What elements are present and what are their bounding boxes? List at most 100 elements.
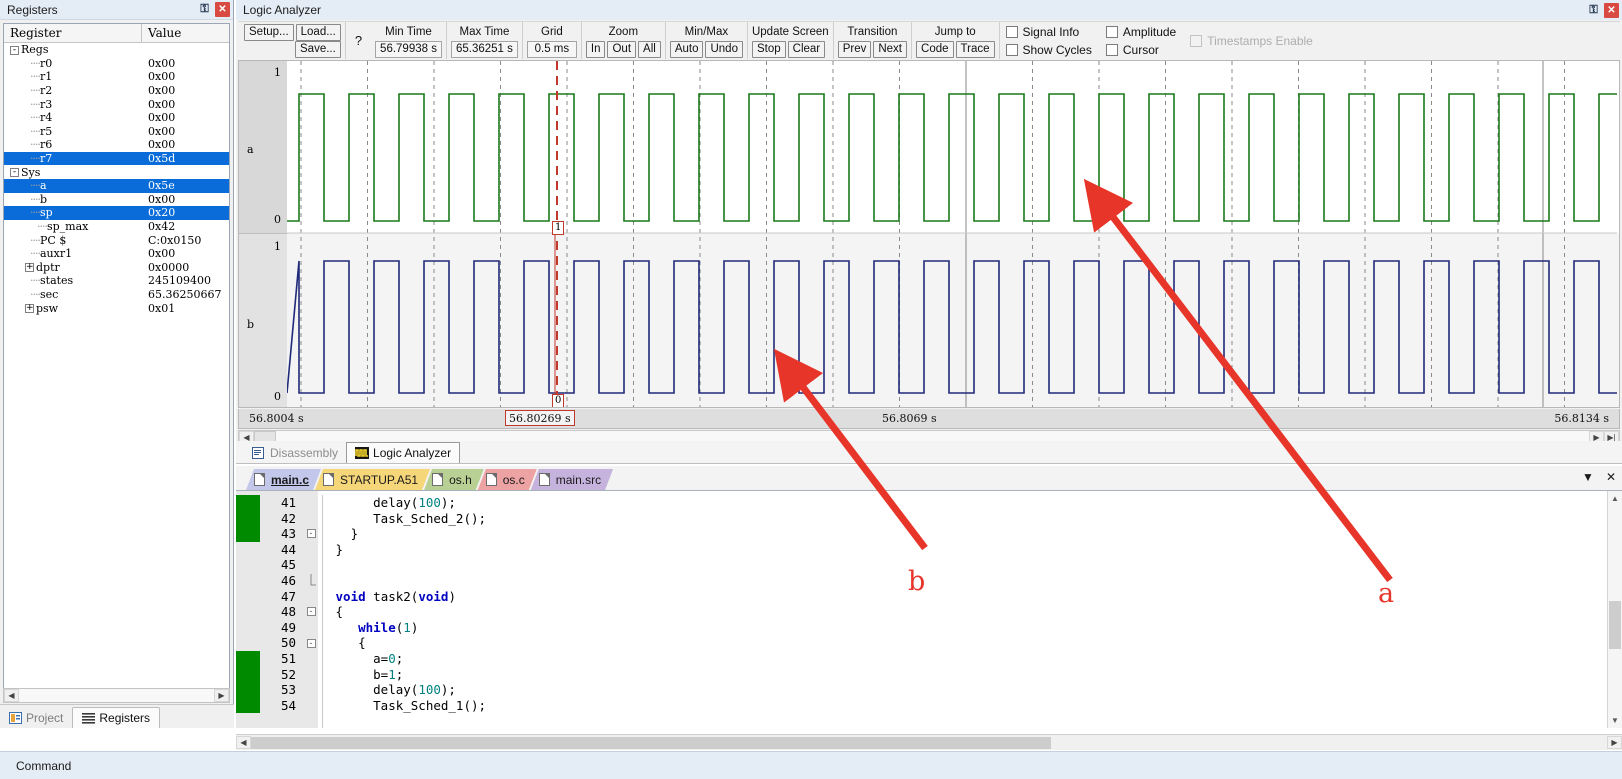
register-row[interactable]: ····b 0x00 <box>4 193 229 207</box>
column-header-value[interactable]: Value <box>142 24 229 43</box>
gutter-signal-b[interactable]: 1 b 0 <box>239 233 287 407</box>
close-icon[interactable]: ✕ <box>1604 2 1619 18</box>
setup-button[interactable]: Setup... <box>244 23 294 41</box>
grid-field[interactable]: 0.5 ms <box>526 40 577 58</box>
panel-tab-project[interactable]: Project <box>0 707 72 728</box>
register-row[interactable]: ····sec 65.36250667 <box>4 288 229 302</box>
checkbox-signal-info[interactable]: Signal Info <box>1005 24 1092 40</box>
pin-icon[interactable]: ⚿ <box>197 2 212 17</box>
code-line[interactable]: { <box>328 604 1622 620</box>
register-row[interactable]: + dptr 0x0000 <box>4 261 229 275</box>
scroll-up-icon[interactable]: ▲ <box>1608 491 1622 506</box>
min-time-field[interactable]: 56.79938 s <box>375 40 442 58</box>
time-axis[interactable]: 56.8004 s 56.8069 s 56.8134 s 56.80269 s <box>238 409 1620 429</box>
editor-tab-os-c[interactable]: os.c <box>478 469 537 490</box>
register-row[interactable]: ····r5 0x00 <box>4 125 229 139</box>
collapse-icon[interactable]: - <box>10 45 19 55</box>
code-line[interactable]: Task_Sched_1(); <box>328 698 1622 714</box>
code-line[interactable]: void task2(void) <box>328 589 1622 605</box>
register-row[interactable]: ····r3 0x00 <box>4 97 229 111</box>
registers-hscrollbar[interactable]: ◀ ▶ <box>3 688 230 703</box>
scrollbar-thumb[interactable] <box>251 736 1051 749</box>
collapse-icon[interactable]: - <box>10 168 19 178</box>
register-row[interactable]: - Sys <box>4 165 229 179</box>
panel-tab-registers[interactable]: Registers <box>72 707 161 728</box>
editor-tab-os-h[interactable]: os.h <box>424 469 484 490</box>
close-icon[interactable]: ✕ <box>1606 470 1616 484</box>
fold-marker[interactable] <box>304 573 318 589</box>
bookmark-gutter[interactable] <box>236 491 260 728</box>
checkbox-amplitude[interactable]: Amplitude <box>1105 24 1176 40</box>
code-line[interactable]: delay(100); <box>328 495 1622 511</box>
scroll-right-icon[interactable]: ▶ <box>1607 736 1622 749</box>
register-row[interactable]: ····a 0x5e <box>4 178 229 193</box>
view-tab-disassembly[interactable]: Disassembly <box>244 442 346 463</box>
code-line[interactable]: } <box>328 526 1622 542</box>
checkbox-icon[interactable] <box>1105 43 1118 56</box>
checkbox-icon[interactable] <box>1105 25 1118 38</box>
jump-to-trace-button[interactable]: Trace <box>955 40 995 58</box>
register-row[interactable]: ····sp_max 0x42 <box>4 220 229 234</box>
scroll-down-icon[interactable]: ▼ <box>1608 713 1622 728</box>
zoom-all-button[interactable]: All <box>638 40 661 58</box>
registers-table[interactable]: Register Value - Regs ····r0 0x00 ····r1 0x00… <box>3 23 230 696</box>
transition-next-button[interactable]: Next <box>873 40 908 58</box>
code-line[interactable]: } <box>328 542 1622 558</box>
editor-hscrollbar[interactable]: ◀ ▶ <box>236 734 1622 750</box>
fold-marker[interactable]: - <box>304 635 318 651</box>
transition-prev-button[interactable]: Prev <box>837 40 872 58</box>
update-clear-button[interactable]: Clear <box>787 40 826 58</box>
code-line[interactable]: while(1) <box>328 620 1622 636</box>
save-button[interactable]: Save... <box>295 40 341 58</box>
fold-marker[interactable]: - <box>304 526 318 542</box>
register-row[interactable]: ····r6 0x00 <box>4 138 229 152</box>
code-line[interactable]: Task_Sched_2(); <box>328 511 1622 527</box>
waveform-canvas[interactable]: 1 0 <box>287 61 1619 407</box>
register-row[interactable]: ····sp 0x20 <box>4 206 229 220</box>
register-row[interactable]: ····auxr1 0x00 <box>4 247 229 261</box>
register-row[interactable]: ····r2 0x00 <box>4 84 229 98</box>
view-tab-logic-analyzer[interactable]: Logic Analyzer <box>346 442 461 463</box>
minmax-auto-button[interactable]: Auto <box>669 40 704 58</box>
code-line[interactable]: { <box>328 635 1622 651</box>
code-fold-gutter[interactable]: - - - <box>304 491 318 728</box>
register-row[interactable]: ····PC $ C:0x0150 <box>4 233 229 247</box>
editor-tab-startup-a51[interactable]: STARTUP.A51 <box>315 469 430 490</box>
scroll-left-icon[interactable]: ◀ <box>236 736 251 749</box>
close-icon[interactable]: ✕ <box>215 2 230 17</box>
load-button[interactable]: Load... <box>295 23 341 41</box>
register-row[interactable]: ····r7 0x5d <box>4 151 229 166</box>
register-row[interactable]: ····r4 0x00 <box>4 111 229 125</box>
scroll-left-icon[interactable]: ◀ <box>4 689 19 702</box>
gutter-signal-a[interactable]: 1 a 0 <box>239 61 287 233</box>
checkbox-icon[interactable] <box>1005 43 1018 56</box>
jump-to-code-button[interactable]: Code <box>916 40 954 58</box>
code-line[interactable]: a=0; <box>328 651 1622 667</box>
checkbox-show-cycles[interactable]: Show Cycles <box>1005 42 1092 58</box>
scrollbar-track[interactable] <box>19 689 214 702</box>
editor-tab-main-src[interactable]: main.src <box>531 469 613 490</box>
editor-tab-main-c[interactable]: main.c <box>246 469 321 490</box>
editor-vscrollbar[interactable]: ▲ ▼ <box>1607 491 1622 728</box>
zoom-in-button[interactable]: In <box>585 40 606 58</box>
code-text-area[interactable]: delay(100); Task_Sched_2(); } } void tas… <box>328 491 1622 728</box>
pin-icon[interactable]: ⚿ <box>1586 3 1601 18</box>
cursor-time-label[interactable]: 56.80269 s <box>505 410 575 426</box>
expand-icon[interactable]: + <box>25 304 34 314</box>
code-line[interactable]: b=1; <box>328 667 1622 683</box>
update-stop-button[interactable]: Stop <box>751 40 786 58</box>
checkbox-cursor[interactable]: Cursor <box>1105 42 1176 58</box>
code-line[interactable] <box>328 557 1622 573</box>
code-line[interactable]: delay(100); <box>328 682 1622 698</box>
max-time-field[interactable]: 65.36251 s <box>450 40 518 58</box>
register-row[interactable]: ····states 245109400 <box>4 274 229 288</box>
register-row[interactable]: ····r0 0x00 <box>4 57 229 71</box>
chevron-down-icon[interactable]: ▼ <box>1582 470 1594 484</box>
help-icon[interactable]: ? <box>350 33 367 48</box>
register-row[interactable]: + psw 0x01 <box>4 301 229 315</box>
column-header-register[interactable]: Register <box>4 24 142 43</box>
scroll-right-icon[interactable]: ▶ <box>214 689 229 702</box>
scrollbar-thumb[interactable] <box>1609 601 1621 649</box>
expand-icon[interactable]: + <box>25 263 34 273</box>
code-line[interactable] <box>328 573 1622 589</box>
